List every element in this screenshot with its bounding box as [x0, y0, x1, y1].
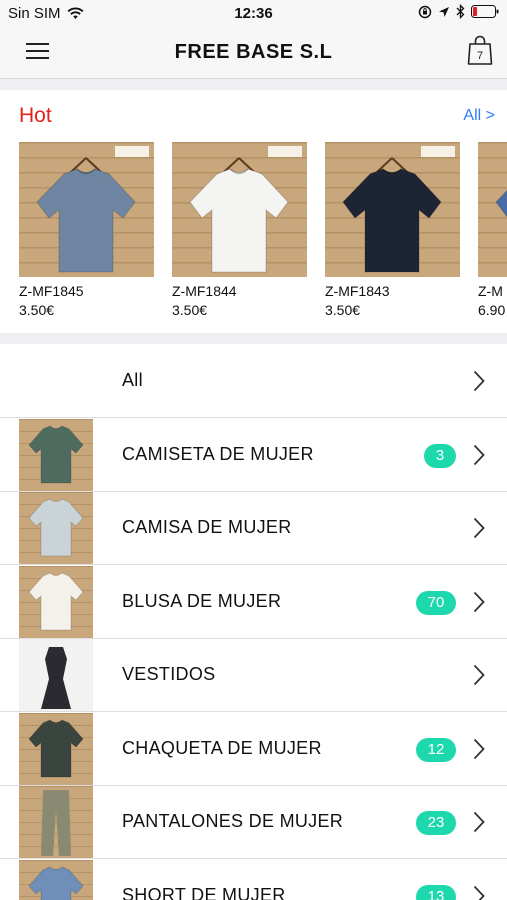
product-price: 3.50€: [325, 302, 361, 318]
shopping-bag-icon[interactable]: 7: [467, 34, 493, 66]
count-badge: 23: [416, 811, 456, 835]
bluetooth-icon: [456, 4, 465, 19]
product-image: [478, 142, 507, 277]
page-title: FREE BASE S.L: [174, 41, 333, 63]
hot-all-link[interactable]: All >: [463, 107, 495, 125]
category-label: All: [122, 370, 143, 390]
product-code: Z-MF1845: [19, 283, 84, 299]
chevron-right-icon: [473, 517, 485, 539]
category-label: CAMISETA DE MUJER: [122, 443, 314, 464]
product-code: Z-MF1844: [172, 283, 237, 299]
rotation-lock-icon: [418, 5, 432, 18]
category-row[interactable]: BLUSA DE MUJER 70: [0, 565, 507, 639]
category-thumbnail: [19, 639, 93, 711]
chevron-right-icon: [473, 591, 485, 612]
category-thumbnail: [19, 565, 93, 638]
product-price: 6.90: [478, 302, 506, 318]
category-thumbnail: [19, 418, 93, 491]
chevron-right-icon: [473, 738, 485, 759]
category-label: VESTIDOS: [122, 664, 216, 684]
count-badge: 70: [416, 590, 456, 615]
nav-bar: FREE BASE S.L 7: [0, 28, 507, 79]
product-card[interactable]: Z-MF1845 3.50€: [19, 142, 154, 318]
hot-section: Hot All > Z-MF1845 3.50€ Z-MF1844 3.50€ Z-MF…: [0, 90, 507, 333]
location-icon: [439, 6, 449, 17]
product-code: Z-M: [478, 283, 503, 299]
product-price: 3.50€: [19, 302, 55, 318]
category-label: SHORT DE MUJER: [122, 884, 286, 900]
product-code: Z-MF1843: [325, 283, 390, 299]
category-thumbnail: [19, 712, 93, 785]
category-label: PANTALONES DE MUJER: [122, 811, 344, 831]
product-price: 3.50€: [172, 302, 208, 318]
cart-count: 7: [477, 50, 483, 62]
chevron-right-icon: [473, 370, 485, 392]
chevron-right-icon: [473, 664, 485, 686]
category-thumbnail: [19, 492, 93, 564]
category-label: CAMISA DE MUJER: [122, 517, 292, 537]
category-row[interactable]: SHORT DE MUJER 13: [0, 859, 507, 900]
category-thumbnail: [19, 786, 93, 858]
category-thumbnail: [19, 859, 93, 900]
product-image: [325, 142, 460, 277]
category-row[interactable]: All: [0, 344, 507, 418]
chevron-right-icon: [473, 811, 485, 833]
product-image: [172, 142, 307, 277]
count-badge: 3: [424, 443, 456, 468]
category-row[interactable]: CAMISETA DE MUJER 3: [0, 418, 507, 492]
category-row[interactable]: CHAQUETA DE MUJER 12: [0, 712, 507, 786]
category-list: All CAMISETA DE MUJER 3 CAMISA DE MUJER BLUS…: [0, 344, 507, 900]
chevron-right-icon: [473, 885, 485, 900]
product-card[interactable]: Z-MF1844 3.50€: [172, 142, 307, 318]
battery-icon: [471, 5, 499, 18]
chevron-right-icon: [473, 444, 485, 465]
category-row[interactable]: CAMISA DE MUJER: [0, 491, 507, 565]
category-row[interactable]: PANTALONES DE MUJER 23: [0, 785, 507, 859]
count-badge: 13: [416, 884, 456, 900]
category-label: CHAQUETA DE MUJER: [122, 737, 322, 758]
hot-carousel[interactable]: Z-MF1845 3.50€ Z-MF1844 3.50€ Z-MF1843 3.50€ Z…: [19, 142, 507, 322]
status-bar: Sin SIM 12:36: [0, 0, 507, 28]
status-right: [418, 4, 499, 19]
product-image: [19, 142, 154, 277]
hot-title: Hot: [19, 104, 52, 127]
category-row[interactable]: VESTIDOS: [0, 638, 507, 712]
product-card[interactable]: Z-MF1843 3.50€: [325, 142, 460, 318]
count-badge: 12: [416, 737, 456, 762]
product-card[interactable]: Z-M 6.90: [478, 142, 507, 318]
category-label: BLUSA DE MUJER: [122, 590, 282, 611]
